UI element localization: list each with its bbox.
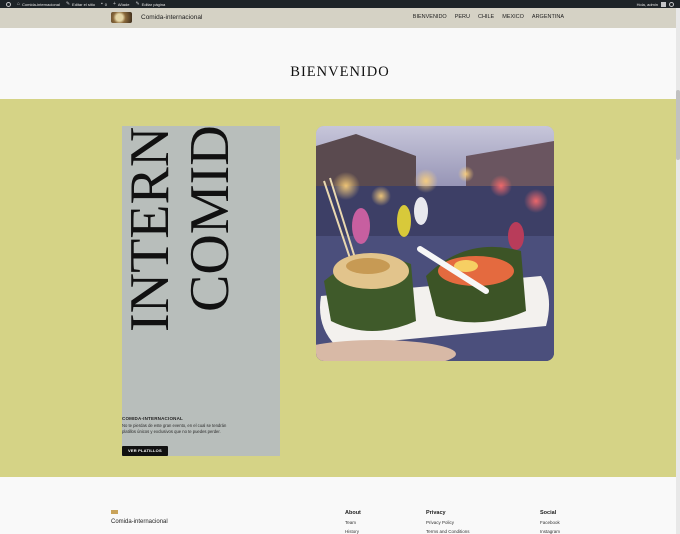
- plus-icon: +: [112, 1, 116, 7]
- footer-column-privacy: Privacy Privacy Policy Terms and Conditi…: [426, 510, 470, 534]
- wordpress-icon: [6, 1, 11, 7]
- footer-link-privacy-policy[interactable]: Privacy Policy: [426, 520, 470, 525]
- street-food-photo: [316, 126, 554, 361]
- nav-item-mexico[interactable]: MEXICO: [502, 14, 524, 20]
- street-food-photo-art: [316, 126, 554, 361]
- pencil-icon: ✎: [65, 1, 71, 7]
- title-band: BIENVENIDO: [0, 28, 680, 99]
- footer-column-about: About Team History: [345, 510, 361, 534]
- site-logo[interactable]: [111, 12, 132, 23]
- admin-comments[interactable]: ▪ 0: [101, 1, 107, 7]
- hero-big-word-2: COMID: [179, 125, 241, 312]
- admin-bar: ⌂ Comida-internacional ✎ Editar el sitio…: [0, 0, 680, 8]
- pencil-icon: ✎: [135, 1, 140, 7]
- admin-site-name[interactable]: ⌂ Comida-internacional: [17, 1, 60, 7]
- site-header: Comida-internacional BIENVENIDO PERU CHI…: [0, 8, 680, 28]
- hero-heading: COMIDA-INTERNACIONAL: [122, 416, 183, 421]
- nav-item-bienvenido[interactable]: BIENVENIDO: [413, 14, 447, 20]
- hero-big-word-1: INTERN: [119, 126, 181, 332]
- footer-link-terms[interactable]: Terms and Conditions: [426, 529, 470, 534]
- footer-heading-privacy: Privacy: [426, 510, 446, 516]
- nav-item-chile[interactable]: CHILE: [478, 14, 494, 20]
- footer-link-instagram[interactable]: Instagram: [540, 529, 560, 534]
- search-icon[interactable]: [669, 1, 674, 7]
- scrollbar-track[interactable]: [676, 8, 680, 534]
- footer-column-social: Social Facebook Instagram: [540, 510, 560, 534]
- wp-logo-menu[interactable]: [6, 1, 11, 7]
- avatar[interactable]: [661, 1, 666, 7]
- scrollbar-thumb[interactable]: [676, 90, 680, 160]
- main-nav: BIENVENIDO PERU CHILE MEXICO ARGENTINA: [413, 14, 564, 20]
- footer-link-team[interactable]: Team: [345, 520, 361, 525]
- admin-edit-site[interactable]: ✎ Editar el sitio: [66, 1, 95, 7]
- nav-item-peru[interactable]: PERU: [455, 14, 470, 20]
- footer-site-title[interactable]: Comida-internacional: [111, 519, 168, 525]
- nav-item-argentina[interactable]: ARGENTINA: [532, 14, 564, 20]
- view-dishes-button[interactable]: VER PLATILLOS: [122, 446, 168, 456]
- hero-body-text: No te pierdas de este gran evento, en el…: [122, 423, 227, 434]
- comment-icon: ▪: [100, 1, 103, 7]
- footer-heading-social: Social: [540, 510, 557, 516]
- hero-card: INTERN COMID COMIDA-INTERNACIONAL No te …: [119, 125, 280, 456]
- footer-link-history[interactable]: History: [345, 529, 361, 534]
- admin-edit-page[interactable]: ✎ Editar página: [135, 1, 165, 7]
- site-footer: Comida-internacional About Team History …: [0, 477, 680, 534]
- hero-section: INTERN COMID COMIDA-INTERNACIONAL No te …: [0, 99, 680, 477]
- admin-add-new[interactable]: + Añade: [113, 1, 130, 7]
- admin-user-greeting[interactable]: Hola, admin: [637, 2, 658, 7]
- site-title[interactable]: Comida-internacional: [141, 14, 202, 21]
- footer-logo[interactable]: [111, 510, 118, 514]
- footer-link-facebook[interactable]: Facebook: [540, 520, 560, 525]
- page-title: BIENVENIDO: [290, 64, 390, 80]
- footer-heading-about: About: [345, 510, 361, 516]
- home-icon: ⌂: [17, 1, 21, 7]
